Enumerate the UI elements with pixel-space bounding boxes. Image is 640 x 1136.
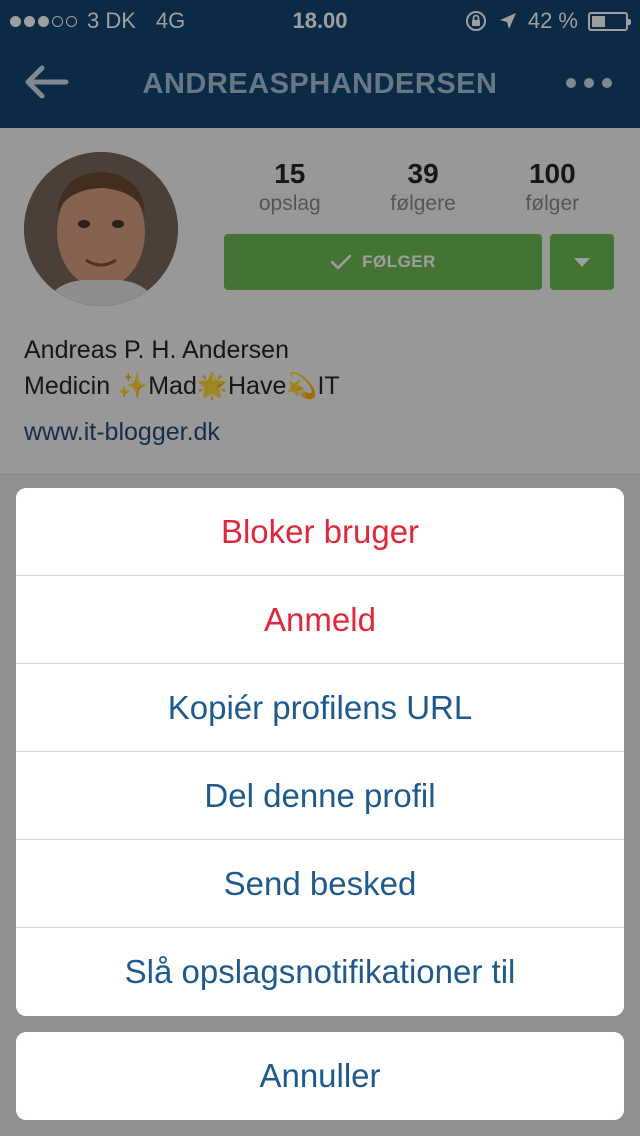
- report-button[interactable]: Anmeld: [16, 576, 624, 664]
- block-user-button[interactable]: Bloker bruger: [16, 488, 624, 576]
- cancel-button[interactable]: Annuller: [16, 1032, 624, 1120]
- action-sheet: Bloker bruger Anmeld Kopiér profilens UR…: [16, 488, 624, 1016]
- send-message-button[interactable]: Send besked: [16, 840, 624, 928]
- share-profile-button[interactable]: Del denne profil: [16, 752, 624, 840]
- copy-profile-url-button[interactable]: Kopiér profilens URL: [16, 664, 624, 752]
- turn-on-post-notifications-button[interactable]: Slå opslagsnotifikationer til: [16, 928, 624, 1016]
